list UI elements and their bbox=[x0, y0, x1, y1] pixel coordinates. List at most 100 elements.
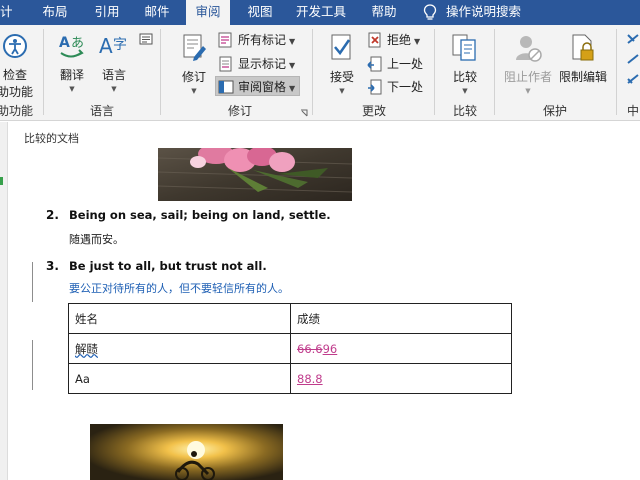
table-header-cell[interactable]: 成绩 bbox=[290, 303, 512, 334]
chevron-down-icon: ▼ bbox=[289, 37, 296, 46]
show-markup-label: 显示标记 bbox=[238, 57, 287, 71]
proverb-english: Be just to all, but trust not all. bbox=[69, 259, 267, 273]
tab-layout[interactable]: 布局 bbox=[35, 0, 75, 25]
previous-change-button[interactable]: 上一处 bbox=[365, 54, 423, 74]
flowers-photo bbox=[158, 148, 352, 201]
next-change-label: 下一处 bbox=[387, 80, 424, 94]
block-authors-button[interactable]: 阻止作者 ▼ bbox=[498, 33, 558, 95]
group-label-protect: 保护 bbox=[542, 104, 567, 118]
next-change-icon bbox=[368, 79, 382, 95]
reject-button[interactable]: 拒绝 ▼ bbox=[365, 30, 420, 50]
reviewing-pane-button[interactable]: 审阅窗格 ▼ bbox=[215, 76, 301, 96]
table-header-cell[interactable]: 姓名 bbox=[68, 303, 291, 334]
track-changes-icon bbox=[183, 34, 206, 61]
name-value: 解赜 bbox=[75, 341, 98, 356]
list-number: 3. bbox=[46, 259, 59, 273]
chevron-down-icon: ▼ bbox=[289, 61, 296, 70]
accessibility-check-icon bbox=[3, 34, 27, 58]
tab-references[interactable]: 引用 bbox=[87, 0, 127, 25]
chevron-down-icon: ▼ bbox=[111, 85, 117, 93]
compare-label: 比较 bbox=[452, 70, 477, 84]
show-markup-icon bbox=[219, 56, 232, 72]
track-changes-label: 修订 bbox=[181, 70, 206, 84]
proverb-chinese-inserted: 要公正对待所有的人，但不要轻信所有的人。 bbox=[69, 282, 289, 295]
chevron-down-icon: ▼ bbox=[525, 87, 531, 95]
restrict-editing-icon bbox=[572, 34, 594, 61]
translate-label: 翻译 bbox=[59, 68, 84, 82]
track-changes-button[interactable]: 修订 ▼ bbox=[173, 33, 215, 95]
language-button[interactable]: A 字 语言 ▼ bbox=[94, 33, 134, 93]
document-area[interactable]: 比较的文档 2. Being on sea, sail; being on la… bbox=[0, 122, 640, 480]
language-icon: A 字 bbox=[99, 34, 127, 58]
check-accessibility-button[interactable]: 检查 助功能 bbox=[0, 33, 36, 100]
sunset-cyclist-photo bbox=[90, 424, 283, 480]
svg-text:あ: あ bbox=[71, 36, 84, 51]
svg-text:A: A bbox=[59, 35, 70, 51]
table-cell-score[interactable]: 66.696 bbox=[290, 333, 512, 364]
compare-button[interactable]: 比较 ▼ bbox=[444, 33, 486, 95]
dialog-launcher-icon[interactable] bbox=[300, 109, 308, 117]
reviewing-pane-edge bbox=[0, 122, 8, 480]
accept-button[interactable]: 接受 ▼ bbox=[322, 33, 362, 95]
chevron-down-icon: ▼ bbox=[69, 85, 75, 93]
table-cell-score[interactable]: 88.8 bbox=[290, 363, 512, 394]
proverb-chinese: 随遇而安。 bbox=[69, 233, 124, 246]
lightbulb-icon[interactable] bbox=[423, 4, 437, 21]
pane-marker bbox=[0, 177, 3, 185]
tab-review[interactable]: 审阅 bbox=[186, 0, 230, 26]
block-authors-icon bbox=[516, 36, 542, 62]
show-markup-button[interactable]: 显示标记 ▼ bbox=[216, 54, 295, 74]
proverb-english: Being on sea, sail; being on land, settl… bbox=[69, 208, 331, 222]
accessibility-label: 助功能 bbox=[0, 85, 33, 99]
reviewing-pane-icon bbox=[218, 80, 234, 94]
svg-text:A: A bbox=[99, 34, 113, 58]
block-authors-label: 阻止作者 bbox=[503, 70, 552, 84]
reviewing-pane-label: 审阅窗格 bbox=[238, 80, 287, 94]
group-label-tracking: 修订 bbox=[227, 104, 252, 118]
chevron-down-icon: ▼ bbox=[339, 87, 345, 95]
previous-change-label: 上一处 bbox=[387, 57, 424, 71]
word-count-icon[interactable] bbox=[139, 33, 153, 45]
inserted-score: 96 bbox=[322, 341, 338, 356]
markup-list-icon bbox=[218, 32, 232, 48]
table-cell-name[interactable]: 解赜 bbox=[68, 333, 291, 364]
restrict-editing-label: 限制编辑 bbox=[558, 70, 607, 84]
group-label-changes: 更改 bbox=[361, 104, 386, 118]
tab-developer[interactable]: 开发工具 bbox=[290, 0, 352, 25]
tab-help[interactable]: 帮助 bbox=[364, 0, 404, 25]
group-separator bbox=[312, 29, 313, 115]
tab-design[interactable]: 计 bbox=[0, 0, 18, 25]
tell-me-search[interactable]: 操作说明搜索 bbox=[446, 0, 521, 25]
group-separator bbox=[616, 29, 617, 115]
table-cell-name[interactable]: Aa bbox=[68, 363, 291, 394]
chevron-down-icon: ▼ bbox=[462, 87, 468, 95]
reject-label: 拒绝 bbox=[387, 33, 412, 47]
markup-select-value: 所有标记 bbox=[238, 33, 287, 47]
chevron-down-icon: ▼ bbox=[289, 84, 296, 93]
markup-select[interactable]: 所有标记 ▼ bbox=[216, 30, 295, 50]
change-bar bbox=[32, 262, 33, 302]
chevron-down-icon: ▼ bbox=[191, 87, 197, 95]
reject-icon bbox=[368, 32, 381, 48]
change-bar bbox=[32, 340, 33, 390]
next-change-button[interactable]: 下一处 bbox=[365, 77, 423, 97]
svg-text:字: 字 bbox=[113, 37, 127, 53]
table-row: 解赜 66.696 bbox=[68, 333, 512, 364]
inserted-score: 88.8 bbox=[297, 371, 323, 386]
translate-icon: A あ bbox=[59, 35, 84, 58]
group-separator bbox=[160, 29, 161, 115]
table-row: Aa 88.8 bbox=[68, 363, 512, 394]
scores-table[interactable]: 姓名 成绩 解赜 66.696 Aa 88.8 bbox=[68, 303, 512, 394]
group-label-language: 语言 bbox=[89, 104, 114, 118]
name-value: Aa bbox=[75, 371, 90, 386]
restrict-editing-button[interactable]: 限制编辑 bbox=[557, 33, 609, 85]
chevron-down-icon: ▼ bbox=[414, 37, 421, 46]
tab-mailings[interactable]: 邮件 bbox=[137, 0, 177, 25]
tab-view[interactable]: 视图 bbox=[240, 0, 280, 25]
previous-change-icon bbox=[367, 56, 382, 72]
compared-document-title: 比较的文档 bbox=[24, 132, 79, 145]
ink-tools-icon[interactable] bbox=[626, 33, 640, 93]
accept-icon bbox=[331, 34, 351, 60]
translate-button[interactable]: A あ 翻译 ▼ bbox=[52, 33, 92, 93]
compare-icon bbox=[452, 34, 476, 61]
